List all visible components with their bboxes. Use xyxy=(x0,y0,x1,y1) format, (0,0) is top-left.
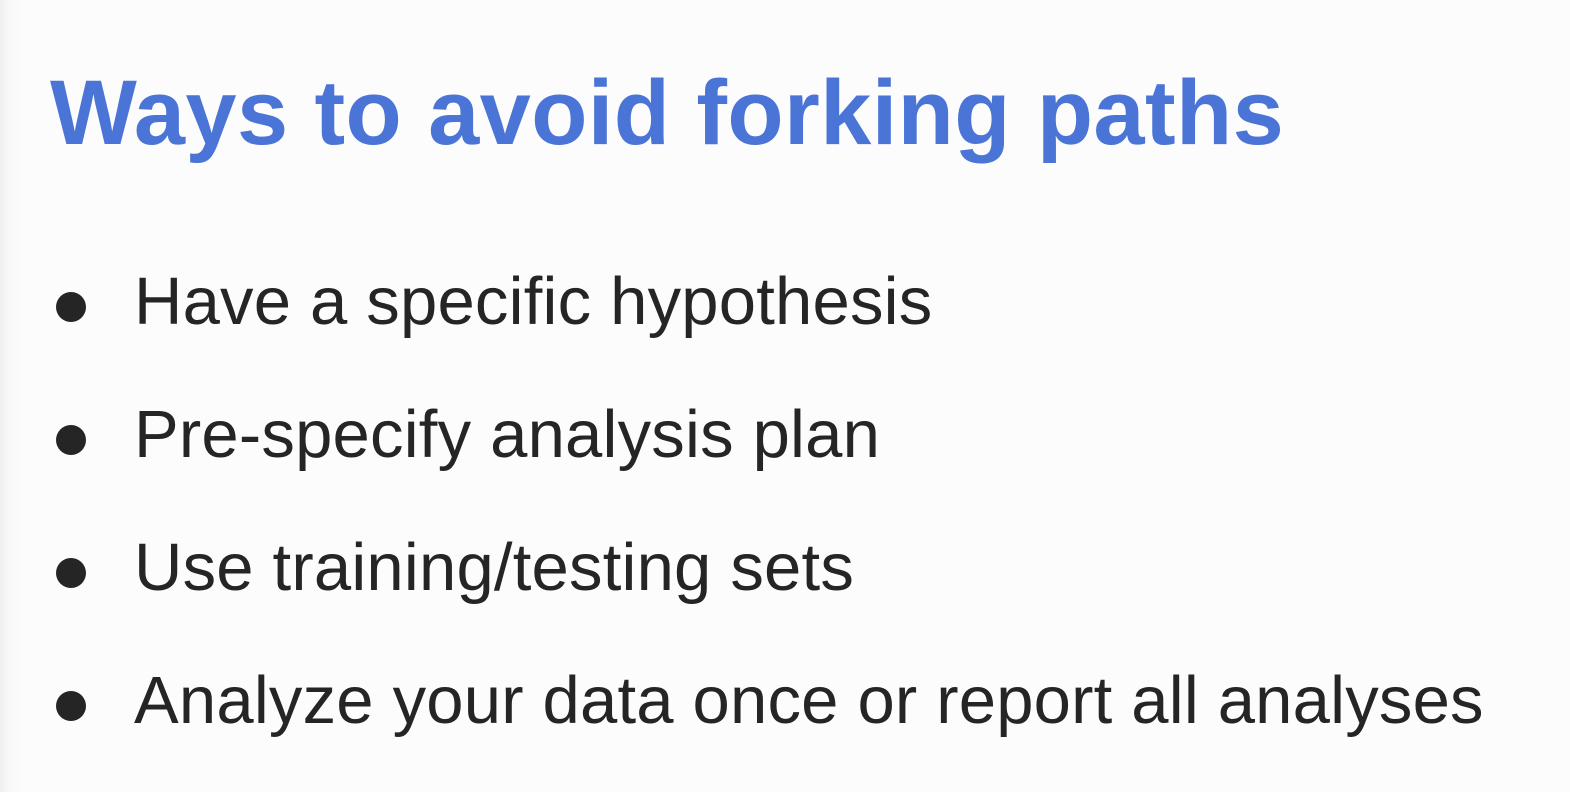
bullet-dot-icon xyxy=(56,292,86,322)
bullet-text: Analyze your data once or report all ana… xyxy=(134,663,1484,738)
bullet-text: Have a specific hypothesis xyxy=(134,264,933,339)
bullet-dot-icon xyxy=(56,425,86,455)
bullet-dot-icon xyxy=(56,558,86,588)
bullet-dot-icon xyxy=(56,691,86,721)
bullet-text: Pre-specify analysis plan xyxy=(134,397,881,472)
slide: Ways to avoid forking paths Have a speci… xyxy=(0,0,1570,792)
slide-title: Ways to avoid forking paths xyxy=(50,62,1285,164)
bullet-text: Use training/testing sets xyxy=(134,530,855,605)
